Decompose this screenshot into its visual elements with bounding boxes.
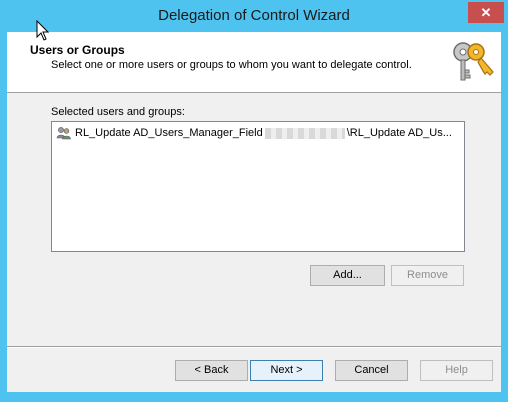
list-item-text-start: RL_Update AD_Users_Manager_Field <box>75 127 263 139</box>
next-button[interactable]: Next > <box>250 360 323 381</box>
cancel-button[interactable]: Cancel <box>335 360 408 381</box>
help-button[interactable]: Help <box>420 360 493 381</box>
page-title: Users or Groups <box>30 43 125 57</box>
redacted-domain <box>264 127 345 139</box>
selected-users-label: Selected users and groups: <box>51 106 185 118</box>
wizard-header: Users or Groups Select one or more users… <box>7 32 501 93</box>
mouse-pointer-icon <box>36 20 50 41</box>
window-title: Delegation of Control Wizard <box>158 7 350 24</box>
page-subtitle: Select one or more users or groups to wh… <box>51 59 412 71</box>
remove-button[interactable]: Remove <box>391 265 464 286</box>
title-bar[interactable]: Delegation of Control Wizard ✕ <box>0 0 508 32</box>
back-button[interactable]: < Back <box>175 360 248 381</box>
dialog-window: Delegation of Control Wizard ✕ Users or … <box>0 0 508 402</box>
list-item-text-end: \RL_Update AD_Us... <box>346 127 452 139</box>
keys-icon <box>453 42 494 81</box>
footer-divider <box>7 346 501 348</box>
list-item[interactable]: RL_Update AD_Users_Manager_Field \RL_Upd… <box>56 125 452 141</box>
group-icon <box>56 127 71 140</box>
selected-users-list[interactable]: RL_Update AD_Users_Manager_Field \RL_Upd… <box>51 121 465 252</box>
close-icon: ✕ <box>480 5 492 20</box>
close-button[interactable]: ✕ <box>468 2 504 23</box>
dialog-client-area: Users or Groups Select one or more users… <box>7 32 501 392</box>
add-button[interactable]: Add... <box>310 265 385 286</box>
